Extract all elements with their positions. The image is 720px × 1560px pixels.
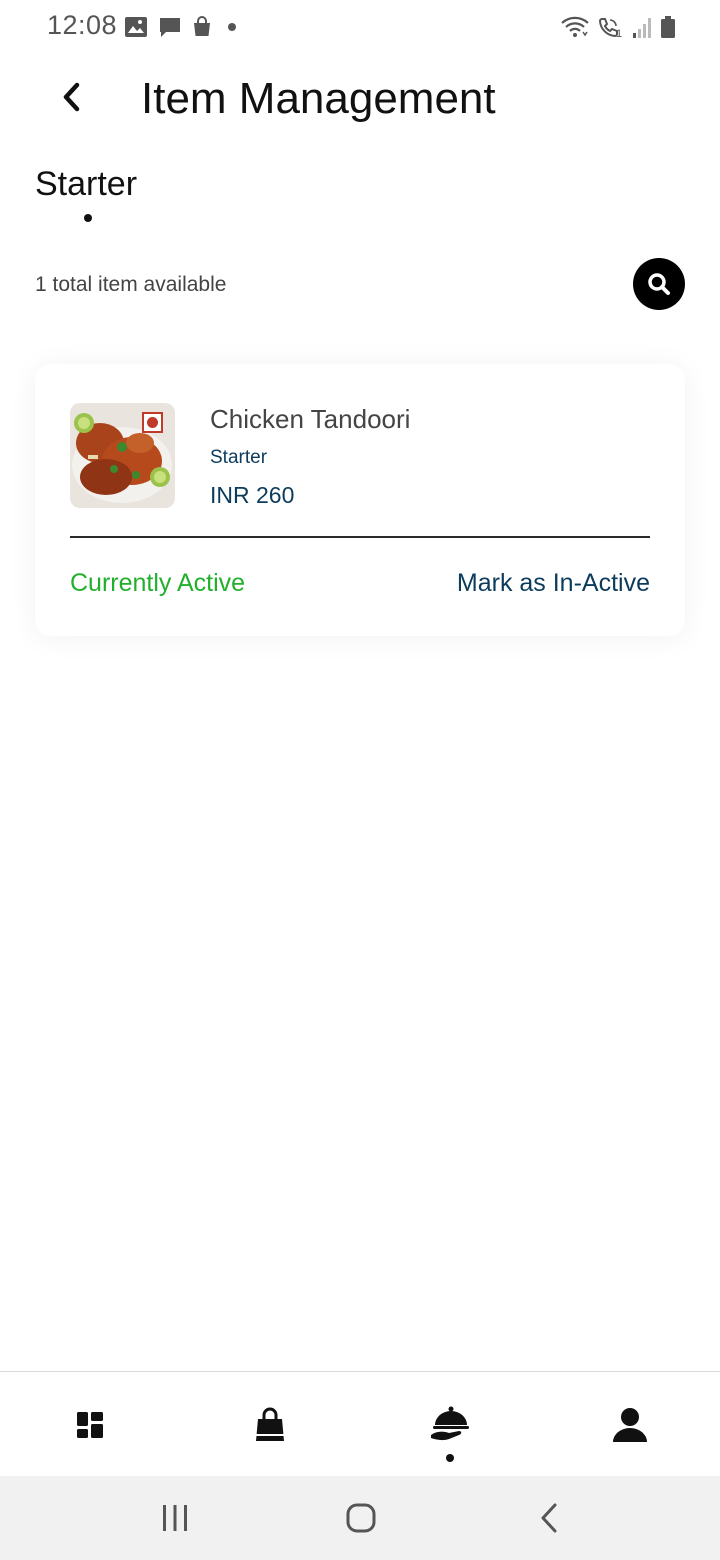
status-time: 12:08 — [47, 10, 118, 40]
wifi-icon — [561, 16, 589, 37]
signal-icon — [633, 18, 651, 38]
back-icon — [541, 1503, 557, 1533]
tab-label: Starter — [35, 165, 138, 203]
home-button[interactable] — [316, 1476, 406, 1560]
tab-starter[interactable]: Starter — [35, 165, 138, 222]
home-icon — [346, 1503, 376, 1533]
item-category: Starter — [210, 447, 268, 468]
recents-icon — [163, 1505, 187, 1531]
nav-profile[interactable] — [540, 1372, 720, 1477]
status-icons-left — [124, 14, 242, 40]
back-button[interactable] — [48, 74, 94, 120]
page-title: Item Management — [141, 74, 496, 123]
search-icon — [648, 273, 670, 295]
menu-cloche-icon — [431, 1406, 469, 1440]
nav-orders[interactable] — [180, 1372, 360, 1477]
orders-bag-icon — [256, 1407, 284, 1441]
total-items-count: 1 total item available — [35, 273, 227, 296]
battery-icon — [661, 16, 675, 38]
profile-icon — [613, 1407, 647, 1442]
nav-menu[interactable] — [360, 1372, 540, 1477]
wifi-call-sim-label: 1 — [616, 28, 623, 40]
item-image — [70, 403, 175, 508]
chevron-left-icon — [63, 82, 80, 112]
nav-active-indicator — [446, 1454, 454, 1462]
tab-active-indicator — [84, 214, 92, 222]
shopping-bag-icon — [194, 16, 210, 36]
status-bar: 12:08 1 — [0, 0, 720, 54]
item-status: Currently Active — [70, 569, 246, 597]
bottom-navigation — [0, 1371, 720, 1476]
system-navigation-bar — [0, 1476, 720, 1560]
nav-dashboard[interactable] — [0, 1372, 180, 1477]
card-divider — [70, 536, 650, 538]
wifi-call-icon: 1 — [596, 14, 626, 40]
message-icon — [160, 18, 180, 37]
recents-button[interactable] — [130, 1476, 220, 1560]
mark-inactive-button[interactable]: Mark as In-Active — [457, 569, 650, 598]
search-button[interactable] — [633, 258, 685, 310]
status-icons-right: 1 — [560, 13, 676, 41]
dashboard-icon — [77, 1411, 103, 1438]
system-back-button[interactable] — [504, 1476, 594, 1560]
non-veg-mark-icon — [142, 412, 163, 433]
item-name: Chicken Tandoori — [210, 404, 411, 434]
dot-icon — [228, 23, 236, 31]
image-icon — [125, 17, 147, 37]
item-card[interactable]: Chicken Tandoori Starter INR 260 Current… — [35, 364, 685, 636]
item-price: INR 260 — [210, 482, 295, 508]
